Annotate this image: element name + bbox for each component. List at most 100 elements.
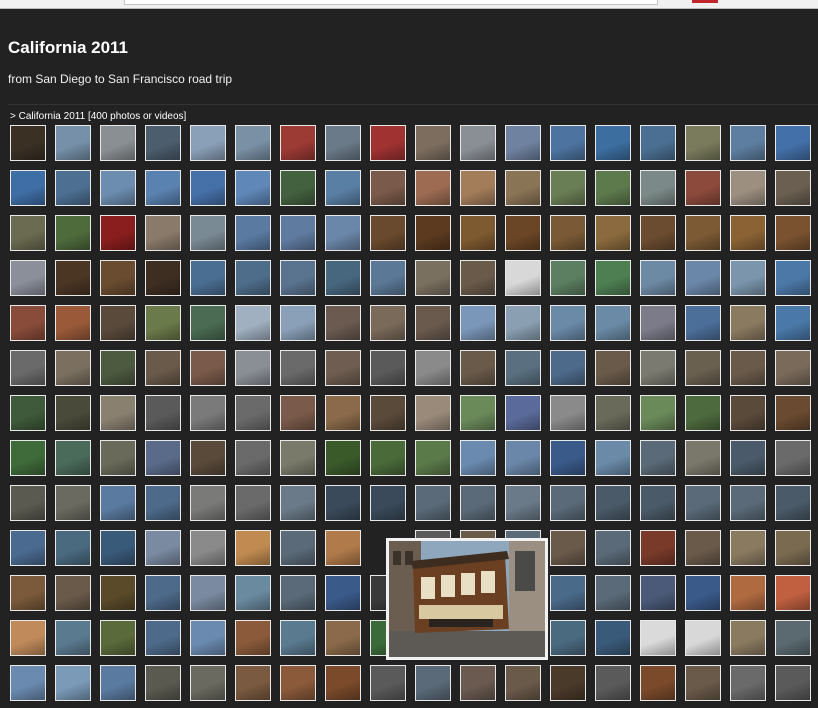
photo-thumbnail[interactable] <box>775 170 811 206</box>
photo-thumbnail[interactable] <box>325 575 361 611</box>
photo-thumbnail[interactable] <box>685 395 721 431</box>
photo-thumbnail[interactable] <box>190 440 226 476</box>
photo-thumbnail[interactable] <box>235 395 271 431</box>
photo-thumbnail[interactable] <box>10 350 46 386</box>
photo-thumbnail[interactable] <box>10 260 46 296</box>
photo-thumbnail[interactable] <box>640 215 676 251</box>
photo-thumbnail[interactable] <box>55 350 91 386</box>
photo-thumbnail[interactable] <box>640 530 676 566</box>
photo-thumbnail[interactable] <box>235 575 271 611</box>
photo-thumbnail[interactable] <box>775 305 811 341</box>
photo-thumbnail[interactable] <box>55 440 91 476</box>
photo-thumbnail[interactable] <box>10 305 46 341</box>
photo-thumbnail[interactable] <box>190 170 226 206</box>
photo-thumbnail[interactable] <box>100 215 136 251</box>
photo-thumbnail[interactable] <box>100 260 136 296</box>
photo-thumbnail[interactable] <box>280 260 316 296</box>
photo-thumbnail[interactable] <box>775 575 811 611</box>
photo-thumbnail[interactable] <box>190 485 226 521</box>
photo-thumbnail[interactable] <box>730 620 766 656</box>
photo-thumbnail[interactable] <box>640 305 676 341</box>
photo-thumbnail[interactable] <box>55 620 91 656</box>
photo-thumbnail[interactable] <box>415 665 451 701</box>
photo-thumbnail[interactable] <box>415 440 451 476</box>
photo-thumbnail[interactable] <box>280 485 316 521</box>
photo-thumbnail[interactable] <box>685 530 721 566</box>
photo-thumbnail[interactable] <box>550 170 586 206</box>
photo-thumbnail[interactable] <box>325 125 361 161</box>
photo-thumbnail[interactable] <box>370 215 406 251</box>
photo-thumbnail[interactable] <box>505 305 541 341</box>
photo-thumbnail[interactable] <box>280 170 316 206</box>
photo-thumbnail[interactable] <box>550 530 586 566</box>
photo-thumbnail[interactable] <box>370 485 406 521</box>
photo-thumbnail[interactable] <box>505 440 541 476</box>
photo-thumbnail[interactable] <box>325 350 361 386</box>
photo-thumbnail[interactable] <box>595 665 631 701</box>
photo-thumbnail[interactable] <box>730 575 766 611</box>
photo-thumbnail[interactable] <box>280 215 316 251</box>
photo-thumbnail[interactable] <box>190 125 226 161</box>
photo-preview-popup[interactable] <box>386 538 548 660</box>
photo-thumbnail[interactable] <box>685 305 721 341</box>
photo-thumbnail[interactable] <box>550 260 586 296</box>
photo-thumbnail[interactable] <box>640 170 676 206</box>
photo-thumbnail[interactable] <box>145 530 181 566</box>
photo-thumbnail[interactable] <box>280 665 316 701</box>
photo-thumbnail[interactable] <box>325 665 361 701</box>
photo-thumbnail[interactable] <box>100 440 136 476</box>
photo-thumbnail[interactable] <box>280 305 316 341</box>
photo-thumbnail[interactable] <box>415 485 451 521</box>
photo-thumbnail[interactable] <box>325 485 361 521</box>
photo-thumbnail[interactable] <box>640 350 676 386</box>
photo-thumbnail[interactable] <box>370 170 406 206</box>
photo-thumbnail[interactable] <box>415 215 451 251</box>
photo-thumbnail[interactable] <box>505 485 541 521</box>
photo-thumbnail[interactable] <box>550 440 586 476</box>
photo-thumbnail[interactable] <box>10 620 46 656</box>
photo-thumbnail[interactable] <box>100 170 136 206</box>
photo-thumbnail[interactable] <box>100 305 136 341</box>
photo-thumbnail[interactable] <box>325 260 361 296</box>
photo-thumbnail[interactable] <box>100 125 136 161</box>
photo-thumbnail[interactable] <box>415 305 451 341</box>
photo-thumbnail[interactable] <box>325 170 361 206</box>
photo-thumbnail[interactable] <box>145 485 181 521</box>
photo-thumbnail[interactable] <box>730 485 766 521</box>
photo-thumbnail[interactable] <box>145 125 181 161</box>
photo-thumbnail[interactable] <box>145 350 181 386</box>
photo-thumbnail[interactable] <box>550 575 586 611</box>
photo-thumbnail[interactable] <box>100 395 136 431</box>
photo-thumbnail[interactable] <box>235 125 271 161</box>
photo-thumbnail[interactable] <box>505 260 541 296</box>
photo-thumbnail[interactable] <box>55 305 91 341</box>
photo-thumbnail[interactable] <box>190 620 226 656</box>
photo-thumbnail[interactable] <box>145 215 181 251</box>
photo-thumbnail[interactable] <box>595 485 631 521</box>
photo-thumbnail[interactable] <box>145 170 181 206</box>
photo-thumbnail[interactable] <box>460 350 496 386</box>
photo-thumbnail[interactable] <box>685 260 721 296</box>
photo-thumbnail[interactable] <box>505 125 541 161</box>
photo-thumbnail[interactable] <box>460 395 496 431</box>
photo-thumbnail[interactable] <box>685 215 721 251</box>
photo-thumbnail[interactable] <box>55 215 91 251</box>
photo-thumbnail[interactable] <box>370 305 406 341</box>
photo-thumbnail[interactable] <box>505 395 541 431</box>
photo-thumbnail[interactable] <box>775 350 811 386</box>
photo-thumbnail[interactable] <box>10 125 46 161</box>
photo-thumbnail[interactable] <box>730 260 766 296</box>
photo-thumbnail[interactable] <box>550 305 586 341</box>
photo-thumbnail[interactable] <box>55 485 91 521</box>
photo-thumbnail[interactable] <box>370 440 406 476</box>
photo-thumbnail[interactable] <box>595 395 631 431</box>
photo-thumbnail[interactable] <box>595 170 631 206</box>
photo-thumbnail[interactable] <box>10 575 46 611</box>
photo-thumbnail[interactable] <box>370 350 406 386</box>
photo-thumbnail[interactable] <box>235 530 271 566</box>
photo-thumbnail[interactable] <box>325 215 361 251</box>
photo-thumbnail[interactable] <box>325 305 361 341</box>
photo-thumbnail[interactable] <box>640 620 676 656</box>
photo-thumbnail[interactable] <box>280 395 316 431</box>
photo-thumbnail[interactable] <box>775 665 811 701</box>
